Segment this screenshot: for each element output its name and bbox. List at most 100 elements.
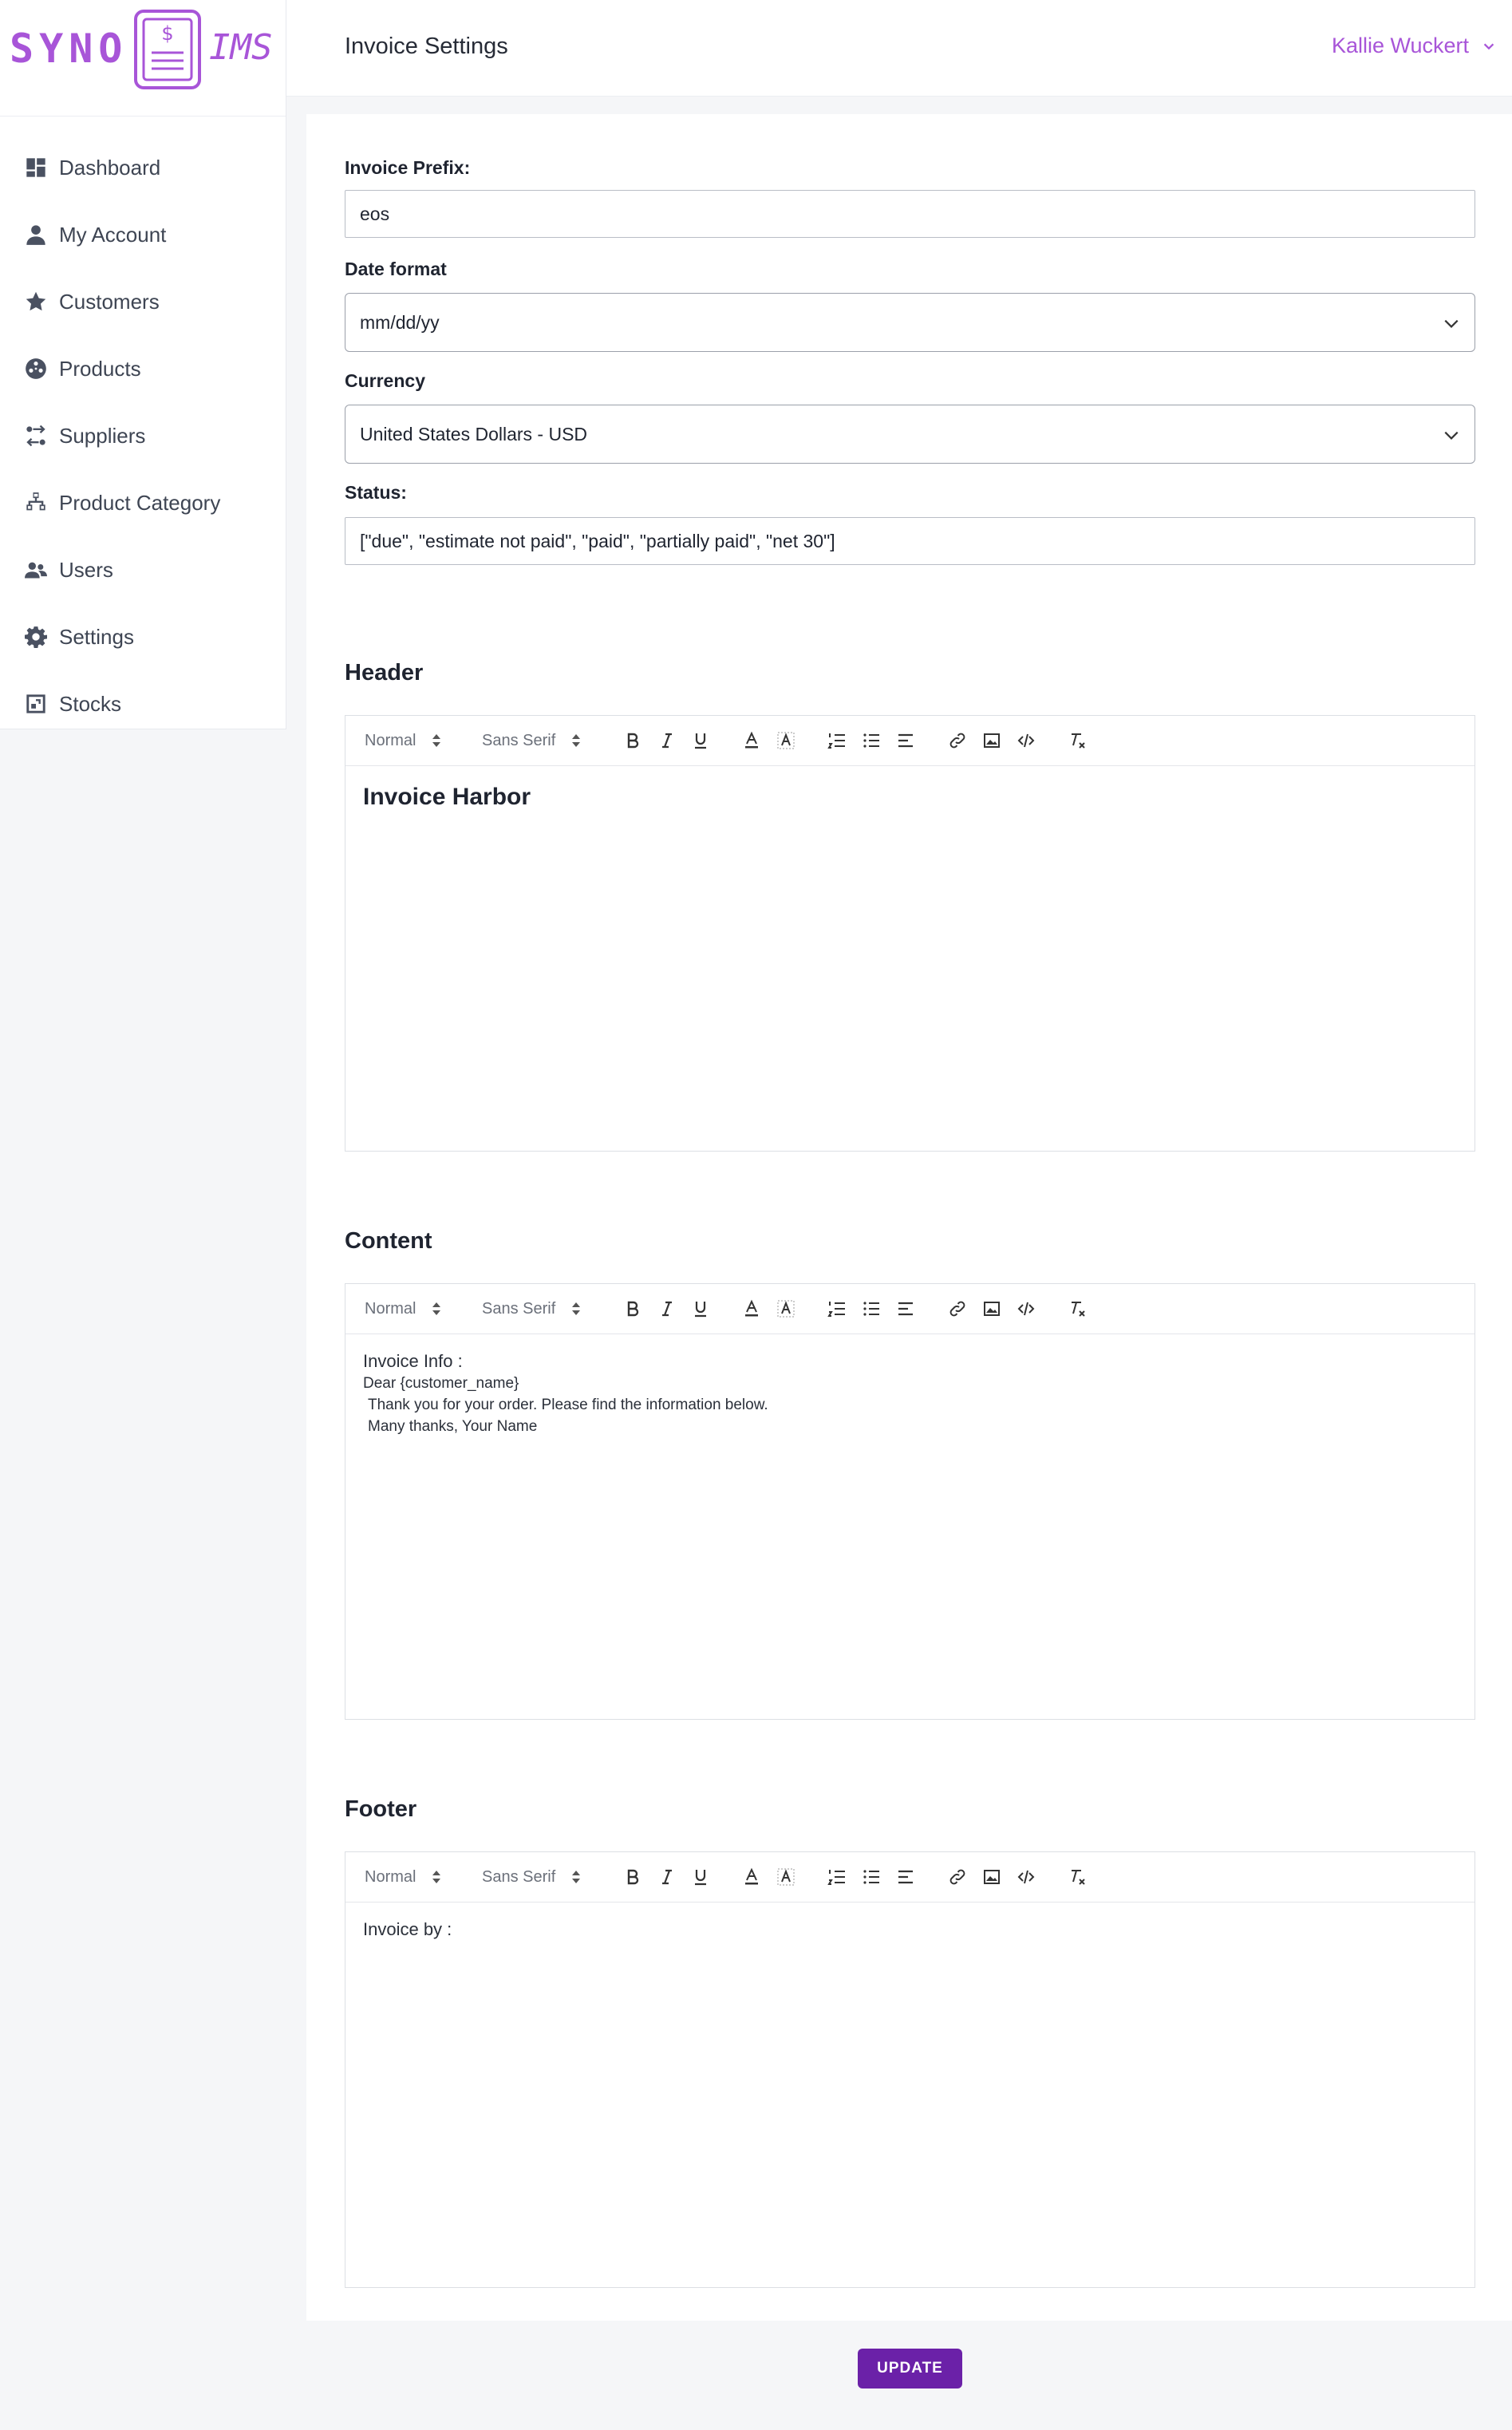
clear-format-icon	[1072, 1302, 1085, 1317]
date-format-select[interactable]: mm/dd/yy	[345, 293, 1475, 352]
underline-button[interactable]	[691, 716, 710, 765]
text-color-button[interactable]	[742, 716, 761, 765]
highlight-icon	[777, 1868, 795, 1886]
sidebar-item-users[interactable]: Users	[0, 536, 286, 603]
align-button[interactable]	[896, 1852, 915, 1902]
status-input[interactable]: ["due", "estimate not paid", "paid", "pa…	[345, 517, 1475, 565]
text-color-button[interactable]	[742, 1852, 761, 1902]
background-color-button[interactable]	[776, 716, 795, 765]
clear-format-button[interactable]	[1068, 716, 1087, 765]
link-button[interactable]	[948, 1852, 967, 1902]
align-left-icon	[898, 1870, 913, 1884]
sidebar-item-products[interactable]: Products	[0, 335, 286, 402]
clear-format-icon	[1072, 1870, 1085, 1885]
brand-logo[interactable]: SYNO $ IMS	[0, 0, 286, 117]
footer-section-title: Footer	[345, 1796, 417, 1822]
footer-editor: Normal Sans Serif Invoice by :	[345, 1851, 1475, 2288]
align-button[interactable]	[896, 716, 915, 765]
chevron-down-icon	[1444, 319, 1459, 328]
header-editor-body[interactable]: Invoice Harbor	[345, 766, 1474, 827]
font-family-value: Sans Serif	[482, 1867, 556, 1886]
text-color-icon	[745, 1299, 758, 1317]
link-button[interactable]	[948, 716, 967, 765]
text-size-value: Normal	[365, 731, 416, 749]
bullet-list-button[interactable]	[862, 1852, 881, 1902]
bullet-list-icon	[863, 733, 879, 748]
top-bar: Invoice Settings Kallie Wuckert	[286, 0, 1512, 97]
update-button[interactable]: UPDATE	[858, 2349, 962, 2389]
sidebar-item-label: Stocks	[59, 691, 122, 716]
font-family-select[interactable]: Sans Serif	[482, 716, 581, 765]
ordered-list-icon	[827, 1870, 845, 1885]
header-section-title: Header	[345, 660, 424, 686]
user-menu[interactable]: Kallie Wuckert	[1332, 34, 1496, 58]
font-family-select[interactable]: Sans Serif	[482, 1852, 581, 1902]
brand-name-right: IMS	[209, 27, 273, 68]
sidebar-item-label: Users	[59, 557, 113, 582]
user-icon	[24, 223, 48, 247]
products-icon	[24, 357, 48, 381]
sidebar-item-label: Customers	[59, 289, 160, 314]
ordered-list-button[interactable]	[827, 1284, 847, 1334]
ordered-list-button[interactable]	[827, 1852, 847, 1902]
link-button[interactable]	[948, 1284, 967, 1334]
image-button[interactable]	[982, 1284, 1001, 1334]
currency-select[interactable]: United States Dollars - USD	[345, 405, 1475, 464]
sidebar-item-customers[interactable]: Customers	[0, 268, 286, 335]
bold-icon	[627, 1869, 639, 1885]
code-button[interactable]	[1017, 716, 1036, 765]
code-button[interactable]	[1017, 1284, 1036, 1334]
date-format-value: mm/dd/yy	[360, 311, 440, 333]
highlight-icon	[777, 732, 795, 749]
background-color-button[interactable]	[776, 1852, 795, 1902]
invoice-prefix-input[interactable]: eos	[345, 190, 1475, 238]
align-button[interactable]	[896, 1284, 915, 1334]
code-button[interactable]	[1017, 1852, 1036, 1902]
italic-button[interactable]	[657, 1284, 677, 1334]
text-size-select[interactable]: Normal	[365, 1852, 441, 1902]
footer-editor-body[interactable]: Invoice by :	[345, 1903, 1474, 1957]
clear-format-button[interactable]	[1068, 1284, 1087, 1334]
image-button[interactable]	[982, 1852, 1001, 1902]
underline-icon	[695, 1870, 706, 1886]
status-label: Status:	[345, 482, 407, 503]
sidebar-item-stocks[interactable]: Stocks	[0, 670, 286, 737]
background-color-button[interactable]	[776, 1284, 795, 1334]
invoice-settings-form: Invoice Prefix: eos Date format mm/dd/yy…	[306, 114, 1512, 2321]
sidebar-item-my-account[interactable]: My Account	[0, 201, 286, 268]
text-size-select[interactable]: Normal	[365, 1284, 441, 1334]
user-name: Kallie Wuckert	[1331, 34, 1469, 57]
italic-button[interactable]	[657, 1852, 677, 1902]
chevron-down-icon	[1483, 43, 1494, 49]
underline-button[interactable]	[691, 1284, 710, 1334]
sidebar-item-product-category[interactable]: Product Category	[0, 469, 286, 536]
currency-value: United States Dollars - USD	[360, 423, 588, 445]
bold-button[interactable]	[623, 716, 642, 765]
bullet-list-icon	[863, 1870, 879, 1884]
underline-button[interactable]	[691, 1852, 710, 1902]
sidebar-item-dashboard[interactable]: Dashboard	[0, 134, 286, 201]
bold-button[interactable]	[623, 1284, 642, 1334]
text-size-select[interactable]: Normal	[365, 716, 441, 765]
svg-text:$: $	[161, 22, 173, 45]
italic-icon	[662, 733, 672, 749]
sidebar: SYNO $ IMS Dashboard My Account Customer…	[0, 0, 286, 729]
bullet-list-button[interactable]	[862, 716, 881, 765]
content-editor-body[interactable]: Invoice Info : Dear {customer_name} Than…	[345, 1334, 1474, 1453]
bullet-list-button[interactable]	[862, 1284, 881, 1334]
italic-button[interactable]	[657, 716, 677, 765]
text-color-button[interactable]	[742, 1284, 761, 1334]
bold-button[interactable]	[623, 1852, 642, 1902]
sidebar-item-suppliers[interactable]: Suppliers	[0, 402, 286, 469]
sidebar-item-label: Products	[59, 356, 141, 381]
clear-format-button[interactable]	[1068, 1852, 1087, 1902]
font-family-value: Sans Serif	[482, 731, 556, 749]
updown-icon	[572, 1302, 581, 1315]
content-line: Thank you for your order. Please find th…	[368, 1397, 768, 1413]
ordered-list-button[interactable]	[827, 716, 847, 765]
font-family-select[interactable]: Sans Serif	[482, 1284, 581, 1334]
brand-name-left: SYNO	[10, 26, 128, 72]
image-button[interactable]	[982, 716, 1001, 765]
ordered-list-icon	[827, 733, 845, 749]
sidebar-item-settings[interactable]: Settings	[0, 603, 286, 670]
